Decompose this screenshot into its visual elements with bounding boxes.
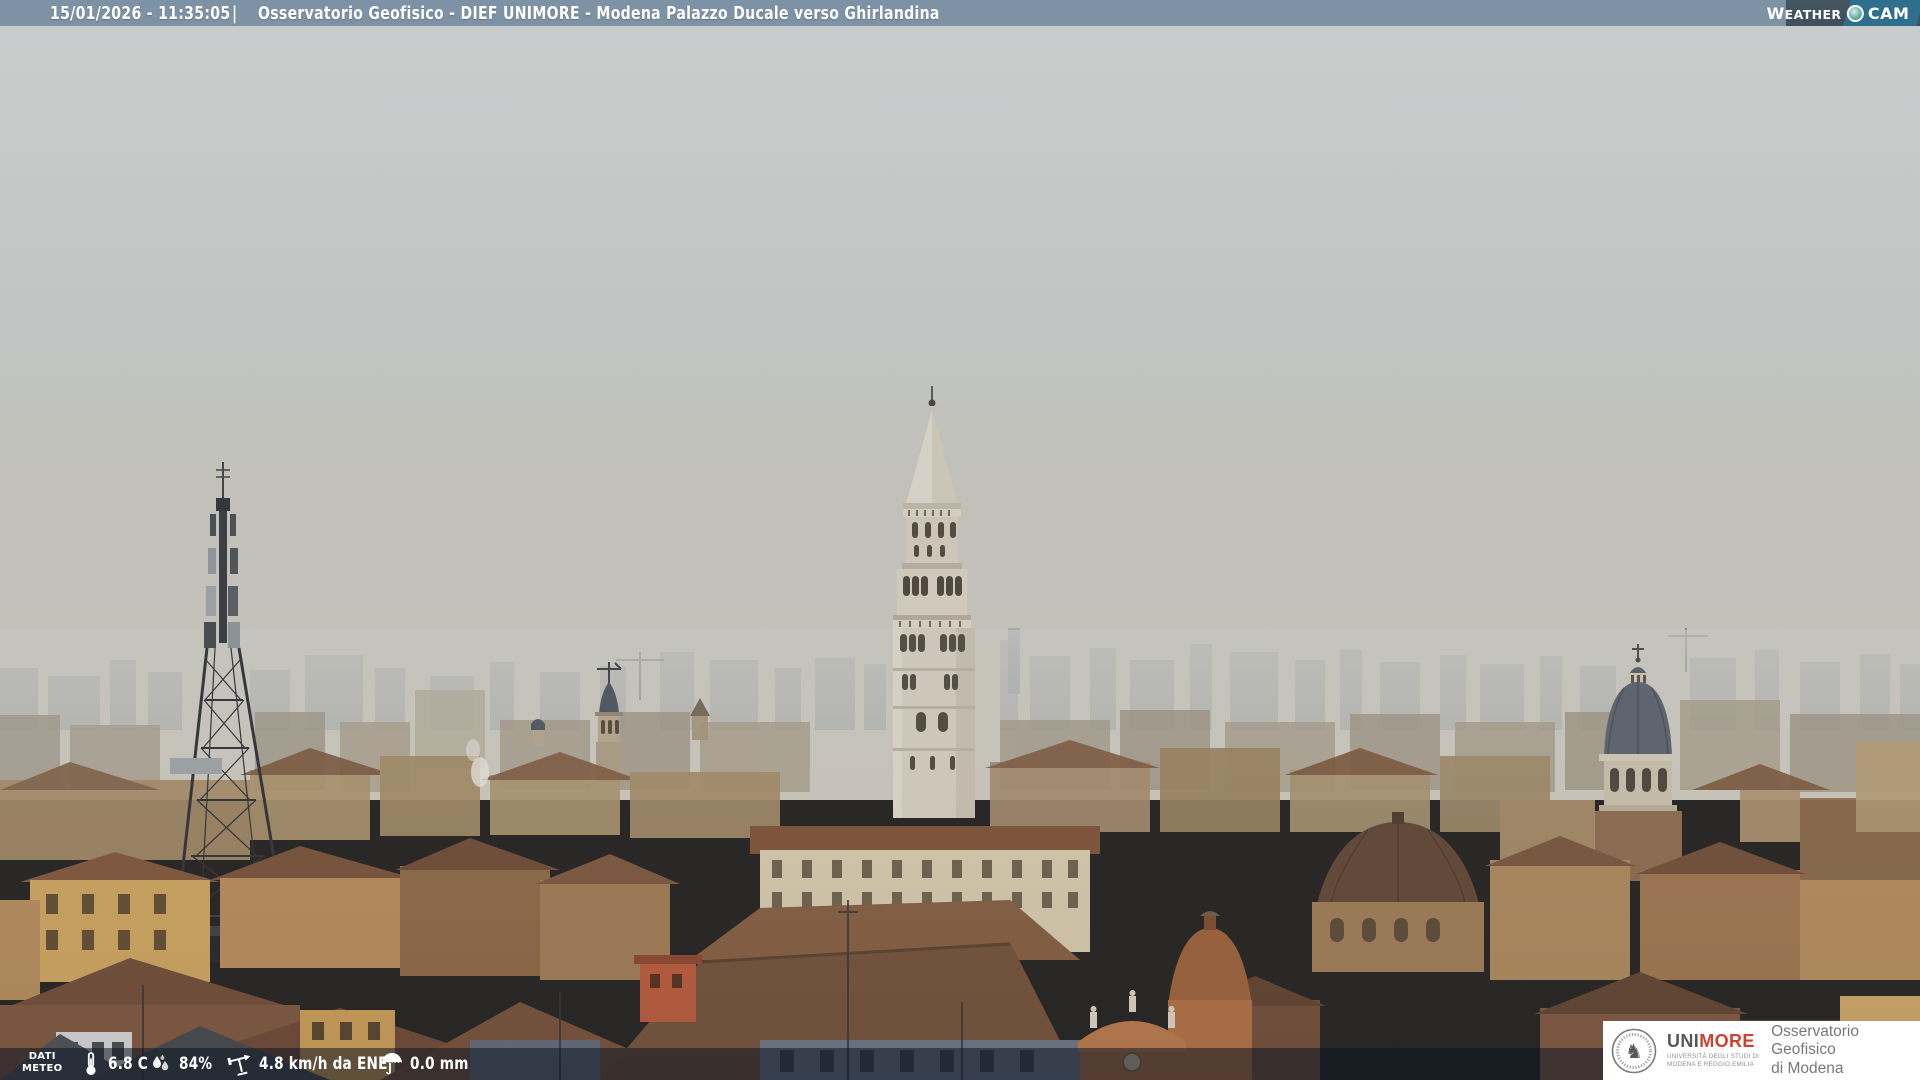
precipitation-reading: 0.0 mm [380,1048,483,1080]
temperature-reading: 6.8 C [80,1048,158,1080]
water-drops-icon [153,1054,169,1071]
page-title: Osservatorio Geofisico - DIEF UNIMORE - … [258,3,940,24]
temperature-value: 6.8 C [108,1054,149,1074]
webcam-frame: 15/01/2026 - 11:35:05 | Osservatorio Geo… [0,0,1920,1080]
humidity-reading: 84% [149,1048,221,1080]
unimore-branding: ♞ UNIMORE UNIVERSITÀ DEGLI STUDI DI MODE… [1603,1021,1920,1080]
cityscape-photo [0,0,1920,1080]
top-bar: 15/01/2026 - 11:35:05 | Osservatorio Geo… [0,0,1920,26]
precipitation-value: 0.0 mm [410,1054,469,1074]
weathercam-cam-plate: CAM [1843,0,1920,26]
unimore-seal-icon: ♞ [1611,1028,1657,1073]
timestamp: 15/01/2026 - 11:35:05 [50,3,231,24]
thermometer-icon [86,1052,96,1075]
unimore-wordmark: UNIMORE UNIVERSITÀ DEGLI STUDI DI MODENA… [1667,1031,1760,1068]
humidity-value: 84% [179,1054,213,1074]
dati-meteo-label: DATI METEO [22,1051,63,1074]
wind-vane-icon [227,1054,251,1076]
weathercam-wordmark: WEATHER [1766,3,1842,23]
wind-value: 4.8 km/h da ENE [259,1054,388,1074]
umbrella-icon [382,1053,402,1075]
university-caption: UNIVERSITÀ DEGLI STUDI DI MODENA E REGGI… [1667,1053,1760,1068]
separator: | [232,3,238,24]
weathercam-logo: WEATHER CAM [1767,0,1920,26]
camera-lens-icon [1847,4,1865,22]
observatory-name: Osservatorio Geofisico di Modena [1771,1022,1859,1077]
svg-text:♞: ♞ [1625,1039,1643,1063]
